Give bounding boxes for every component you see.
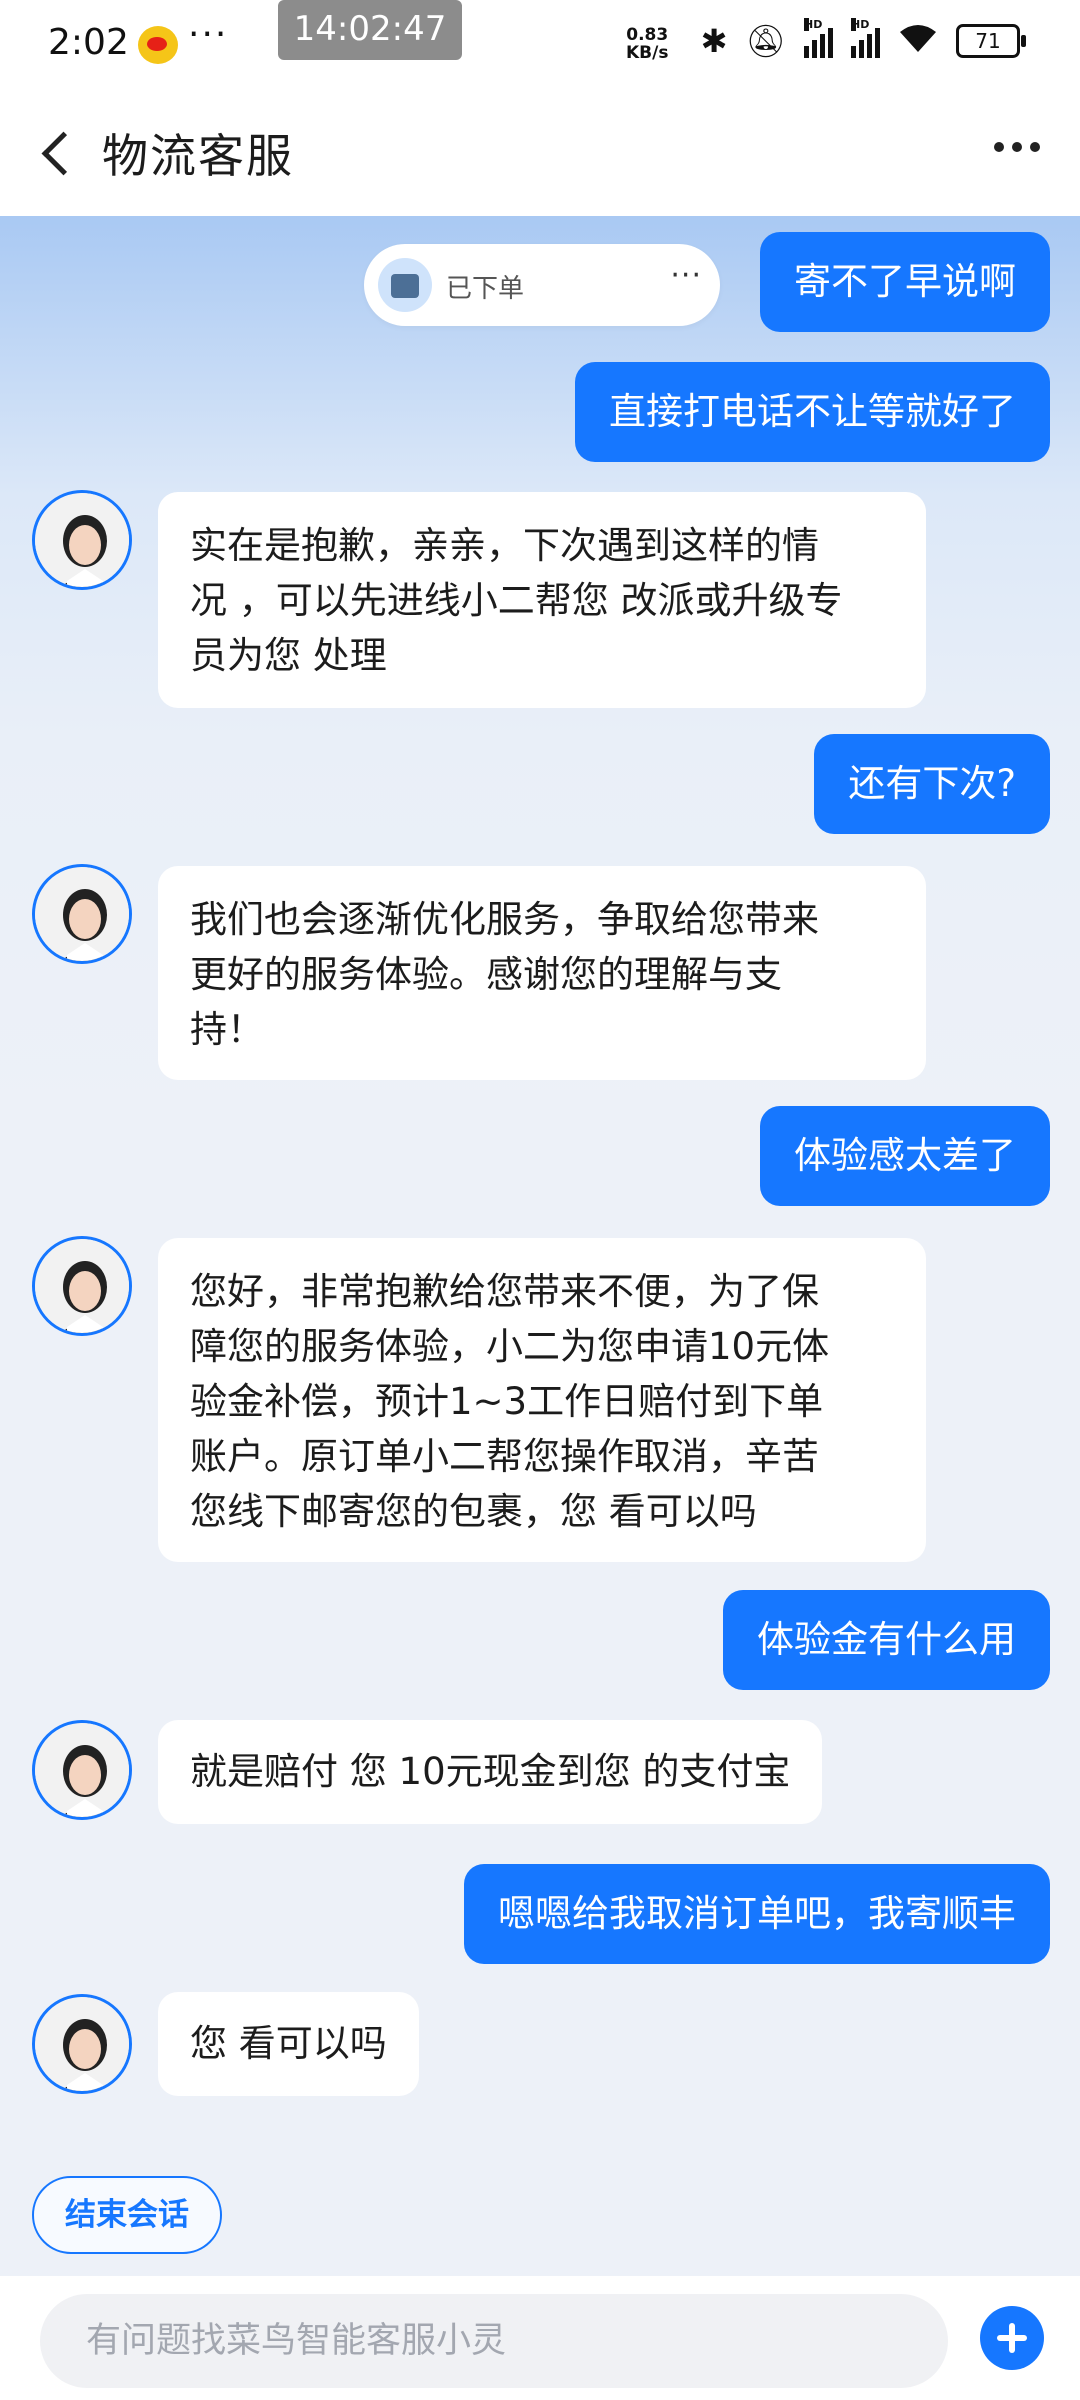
message-agent: 您好，非常抱歉给您带来不便，为了保 障您的服务体验，小二为您申请10元体 验金补… [158,1238,926,1562]
signal-icon: HD [804,18,833,58]
status-icons: ✱ 🔕︎ HD HD 71 [700,18,1026,60]
message-user: 嗯嗯给我取消订单吧，我寄顺丰 [464,1864,1050,1964]
signal-icon-2: HD [851,18,880,58]
message-user: 体验金有什么用 [723,1590,1050,1690]
message-line: 就是赔付 您 10元现金到您 的支付宝 [190,1750,791,1793]
message-user: 寄不了早说啊 [760,232,1050,332]
message-line: 持！ [190,1008,264,1051]
message-line: 验金补偿，预计1~3工作日赔付到下单 [190,1380,824,1423]
more-icon[interactable] [994,142,1040,152]
hd-label-2: HD [851,18,870,31]
message-line: 我们也会逐渐优化服务，争取给您带来 [190,898,819,941]
avatar[interactable] [32,1994,132,2094]
back-arrow-icon[interactable] [30,124,90,184]
status-bar: 2:02 ··· 14:02:47 0.83 KB/s ✱ 🔕︎ HD HD 7… [0,0,1080,92]
message-user: 体验感太差了 [760,1106,1050,1206]
order-status: 已下单 [446,274,525,304]
battery-icon: 71 [956,24,1026,58]
message-line: 实在是抱歉，亲亲，下次遇到这样的情 [190,524,819,567]
avatar[interactable] [32,864,132,964]
chat-area[interactable]: 已下单 ··· 寄不了早说啊 直接打电话不让等就好了 实在是抱歉，亲亲，下次遇到… [0,216,1080,2276]
network-speed: 0.83 KB/s [626,26,668,62]
network-speed-unit: KB/s [626,43,669,63]
message-input[interactable] [40,2294,948,2388]
message-line: 您线下邮寄您的包裹，您 看可以吗 [190,1490,757,1533]
message-line: 障您的服务体验，小二为您申请10元体 [190,1325,830,1368]
bluetooth-icon: ✱ [700,22,728,60]
message-line: 员为您 处理 [190,634,387,677]
wifi-icon [898,22,938,60]
message-user: 还有下次? [814,734,1050,834]
status-time: 2:02 [48,22,129,63]
mute-icon: 🔕︎ [745,22,786,60]
avatar[interactable] [32,490,132,590]
page-title: 物流客服 [102,129,294,183]
message-line: 更好的服务体验。感谢您的理解与支 [190,953,782,996]
message-agent: 您 看可以吗 [158,1992,419,2096]
clock-overlay: 14:02:47 [278,0,462,60]
nav-bar: 物流客服 [0,92,1080,216]
message-line: 况 ，可以先进线小二帮您 改派或升级专 [190,579,843,622]
plus-icon[interactable] [980,2306,1044,2370]
message-line: 您 看可以吗 [190,2022,387,2065]
message-agent: 就是赔付 您 10元现金到您 的支付宝 [158,1720,823,1824]
package-icon [378,258,432,312]
network-speed-value: 0.83 [626,25,669,45]
order-more-icon[interactable]: ··· [670,258,702,293]
input-bar [0,2276,1080,2400]
avatar[interactable] [32,1236,132,1336]
message-agent: 我们也会逐渐优化服务，争取给您带来 更好的服务体验。感谢您的理解与支 持！ [158,866,926,1080]
avatar[interactable] [32,1720,132,1820]
hd-label: HD [804,18,823,31]
message-agent: 实在是抱歉，亲亲，下次遇到这样的情 况 ，可以先进线小二帮您 改派或升级专 员为… [158,492,926,708]
message-line: 账户。原订单小二帮您操作取消，辛苦 [190,1435,819,1478]
weibo-notification-icon [138,26,178,64]
message-user: 直接打电话不让等就好了 [575,362,1050,462]
message-line: 您好，非常抱歉给您带来不便，为了保 [190,1270,819,1313]
order-card[interactable]: 已下单 ··· [364,244,720,326]
end-conversation-button[interactable]: 结束会话 [32,2176,222,2254]
status-overflow: ··· [188,14,229,55]
